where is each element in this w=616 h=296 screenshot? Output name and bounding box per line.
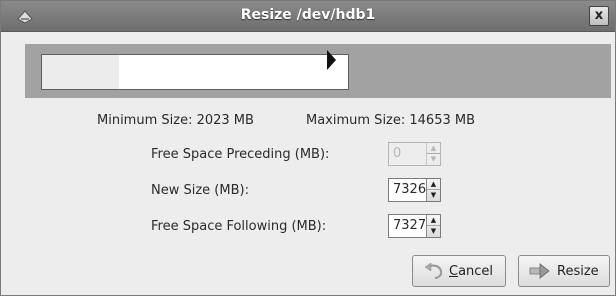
spin-up-icon[interactable]: ▲ bbox=[427, 215, 440, 226]
free-preceding-arrows: ▲ ▼ bbox=[426, 143, 440, 165]
spin-up-icon: ▲ bbox=[427, 143, 440, 154]
cancel-button[interactable]: Cancel bbox=[412, 255, 506, 287]
minimum-size-label: Minimum Size: 2023 MB bbox=[97, 113, 254, 128]
free-following-arrows[interactable]: ▲ ▼ bbox=[426, 215, 440, 237]
close-button[interactable]: x bbox=[589, 6, 609, 26]
free-following-spinner[interactable]: 7327 ▲ ▼ bbox=[388, 214, 441, 238]
resize-dialog: Resize /dev/hdb1 x Minimum Size: 2023 MB… bbox=[0, 0, 616, 296]
resize-button[interactable]: Resize bbox=[518, 255, 610, 287]
title-bar[interactable]: Resize /dev/hdb1 x bbox=[1, 1, 615, 32]
resize-arrow-icon bbox=[529, 263, 550, 279]
new-size-value[interactable]: 7326 bbox=[393, 182, 426, 197]
free-preceding-label: Free Space Preceding (MB): bbox=[151, 147, 330, 162]
spin-down-icon: ▼ bbox=[430, 155, 437, 163]
spin-down-icon[interactable]: ▼ bbox=[427, 190, 440, 201]
free-preceding-spinner: 0 ▲ ▼ bbox=[388, 142, 441, 166]
spin-down-icon[interactable]: ▼ bbox=[427, 226, 440, 237]
undo-icon bbox=[424, 262, 443, 279]
used-space-segment bbox=[42, 55, 119, 89]
partition-resizer[interactable] bbox=[25, 44, 611, 98]
window-title: Resize /dev/hdb1 bbox=[240, 7, 376, 23]
new-size-label: New Size (MB): bbox=[151, 183, 249, 198]
free-following-label: Free Space Following (MB): bbox=[151, 219, 327, 234]
resize-label: Resize bbox=[557, 264, 599, 279]
free-following-value[interactable]: 7327 bbox=[393, 218, 426, 233]
partition-bar[interactable] bbox=[41, 54, 349, 90]
resize-handle[interactable] bbox=[325, 48, 337, 74]
new-size-arrows[interactable]: ▲ ▼ bbox=[426, 179, 440, 201]
free-preceding-value: 0 bbox=[393, 146, 402, 161]
maximum-size-label: Maximum Size: 14653 MB bbox=[306, 113, 476, 128]
new-size-spinner[interactable]: 7326 ▲ ▼ bbox=[388, 178, 441, 202]
cancel-label: Cancel bbox=[449, 264, 494, 279]
spin-up-icon[interactable]: ▲ bbox=[427, 179, 440, 190]
